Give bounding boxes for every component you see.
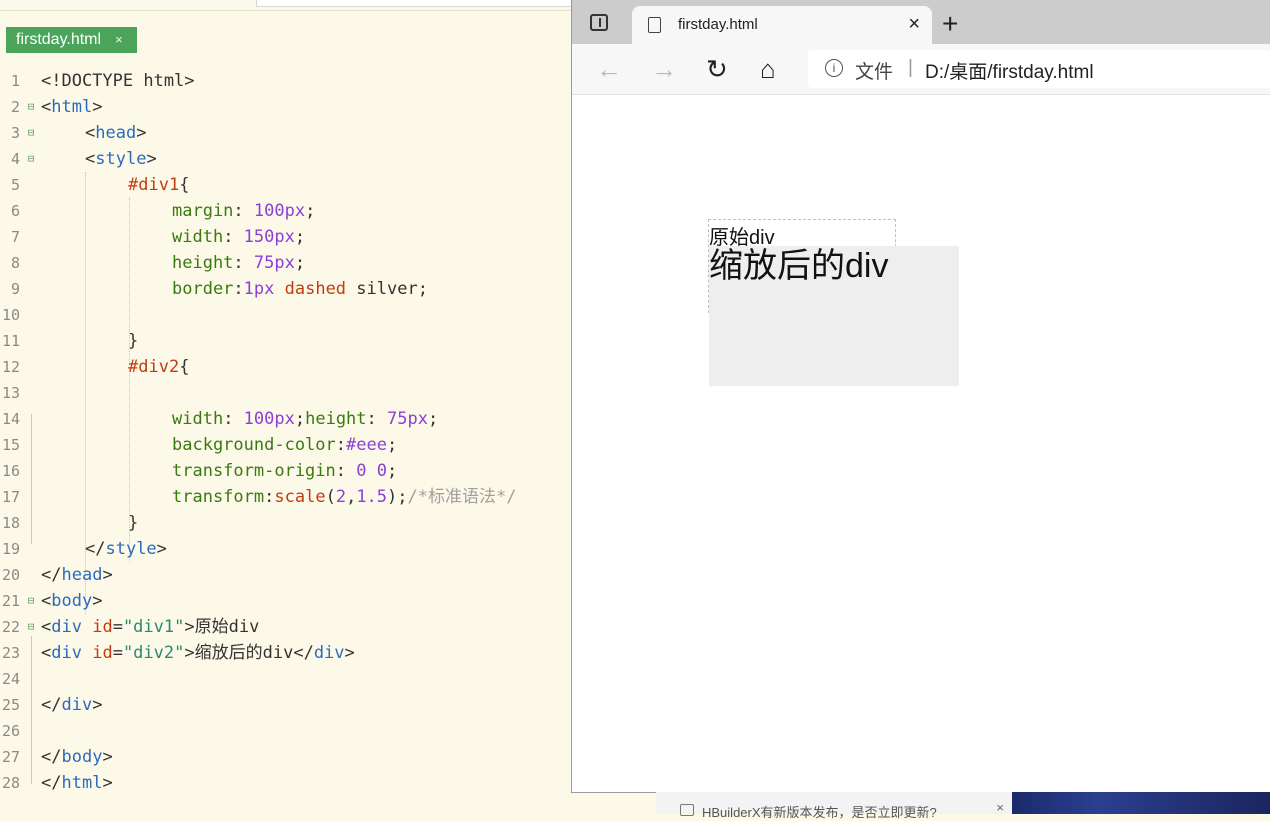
notification-icon bbox=[680, 804, 694, 816]
code-line: 11} bbox=[1, 331, 139, 351]
code-editor[interactable]: firstday.html × 1 <!DOCTYPE html> 2 ⊟ <html… bbox=[0, 0, 573, 814]
address-bar[interactable]: i 文件 | D:/桌面/firstday.html bbox=[808, 50, 1270, 88]
code-line: 13 bbox=[1, 384, 20, 402]
code-area[interactable]: 1 <!DOCTYPE html> 2 ⊟ <html> 3 ⊟ <head> 4 ⊟ <st… bbox=[0, 68, 572, 796]
scaled-div-box: 缩放后的div bbox=[709, 246, 959, 386]
code-line: 28 </html> bbox=[1, 773, 113, 793]
page-viewport: 原始div 缩放后的div bbox=[572, 95, 1270, 792]
fold-icon: ⊟ bbox=[27, 152, 35, 165]
code-line: 8 height: 75px; bbox=[10, 253, 306, 273]
code-line: 26 bbox=[1, 722, 20, 740]
editor-top-strip bbox=[0, 0, 573, 11]
code-line: 20 </head> bbox=[1, 565, 113, 585]
browser-toolbar: ← → ↻ ⌂ i 文件 | D:/桌面/firstday.html bbox=[572, 44, 1270, 95]
code-line: 27 </body> bbox=[1, 747, 113, 767]
code-line: 5 #div1{ bbox=[10, 175, 190, 195]
browser-window: firstday.html × + ← → ↻ ⌂ i 文件 | D:/桌面/f… bbox=[571, 0, 1270, 793]
code-line: 12 #div2{ bbox=[1, 357, 190, 377]
refresh-icon[interactable]: ↻ bbox=[706, 54, 728, 85]
code-line: 9 border:1px dashed silver; bbox=[10, 279, 428, 299]
info-icon[interactable]: i bbox=[825, 59, 843, 77]
code-line: 21 ⊟ <body> bbox=[0, 588, 572, 614]
new-tab-button[interactable]: + bbox=[942, 8, 958, 40]
fold-icon: ⊟ bbox=[27, 126, 35, 139]
code-line: 6 margin: 100px; bbox=[10, 201, 316, 221]
close-icon[interactable]: × bbox=[996, 800, 1004, 815]
back-icon[interactable]: ← bbox=[596, 54, 622, 85]
fold-icon: ⊟ bbox=[27, 620, 35, 633]
desktop-wallpaper bbox=[1012, 792, 1270, 814]
code-line: 10 bbox=[1, 306, 20, 324]
close-icon[interactable]: × bbox=[908, 13, 920, 36]
browser-tab-firstday[interactable]: firstday.html × bbox=[632, 6, 932, 44]
page-icon bbox=[648, 17, 661, 33]
forward-icon[interactable]: → bbox=[651, 54, 677, 85]
browser-tab-title: firstday.html bbox=[678, 16, 758, 33]
code-line: 24 bbox=[1, 670, 20, 688]
code-line: 3 ⊟ <head> bbox=[0, 120, 572, 146]
update-notification[interactable]: HBuilderX有新版本发布，是否立即更新? × bbox=[656, 792, 1012, 820]
browser-tabstrip: firstday.html × + bbox=[572, 0, 1270, 44]
home-icon[interactable]: ⌂ bbox=[760, 54, 776, 85]
address-url[interactable]: D:/桌面/firstday.html bbox=[925, 57, 1094, 84]
code-line: 2 ⊟ <html> bbox=[0, 94, 572, 120]
editor-tab-label: firstday.html bbox=[16, 31, 102, 48]
editor-tab-firstday[interactable]: firstday.html × bbox=[6, 27, 137, 53]
fold-icon: ⊟ bbox=[27, 100, 35, 113]
tab-actions-icon[interactable] bbox=[590, 14, 608, 31]
code-line: 18} bbox=[1, 513, 139, 533]
code-line: 14 width: 100px;height: 75px; bbox=[1, 409, 439, 429]
address-separator: | bbox=[908, 57, 913, 78]
code-line: 1 <!DOCTYPE html> bbox=[10, 71, 195, 91]
code-line: 16 transform-origin: 0 0; bbox=[1, 461, 398, 481]
fold-icon: ⊟ bbox=[27, 594, 35, 607]
code-line: 23 <div id="div2">缩放后的div</div> bbox=[1, 643, 355, 663]
close-icon[interactable]: × bbox=[115, 27, 123, 53]
notification-message: HBuilderX有新版本发布，是否立即更新? bbox=[702, 805, 937, 820]
scaled-div-text: 缩放后的div bbox=[709, 247, 889, 285]
code-line: 15 background-color:#eee; bbox=[1, 435, 398, 455]
code-line: 17 transform:scale(2,1.5);/*标准语法*/ bbox=[1, 487, 517, 507]
code-line: 19 </style> bbox=[1, 539, 167, 559]
code-line: 25 </div> bbox=[1, 695, 103, 715]
code-line: 22 ⊟ <div id="div1">原始div bbox=[0, 614, 572, 640]
editor-top-notch bbox=[256, 0, 573, 7]
code-line: 4 ⊟ <style> bbox=[0, 146, 572, 172]
code-line: 7 width: 150px; bbox=[10, 227, 306, 247]
address-file-label: 文件 bbox=[855, 62, 894, 83]
